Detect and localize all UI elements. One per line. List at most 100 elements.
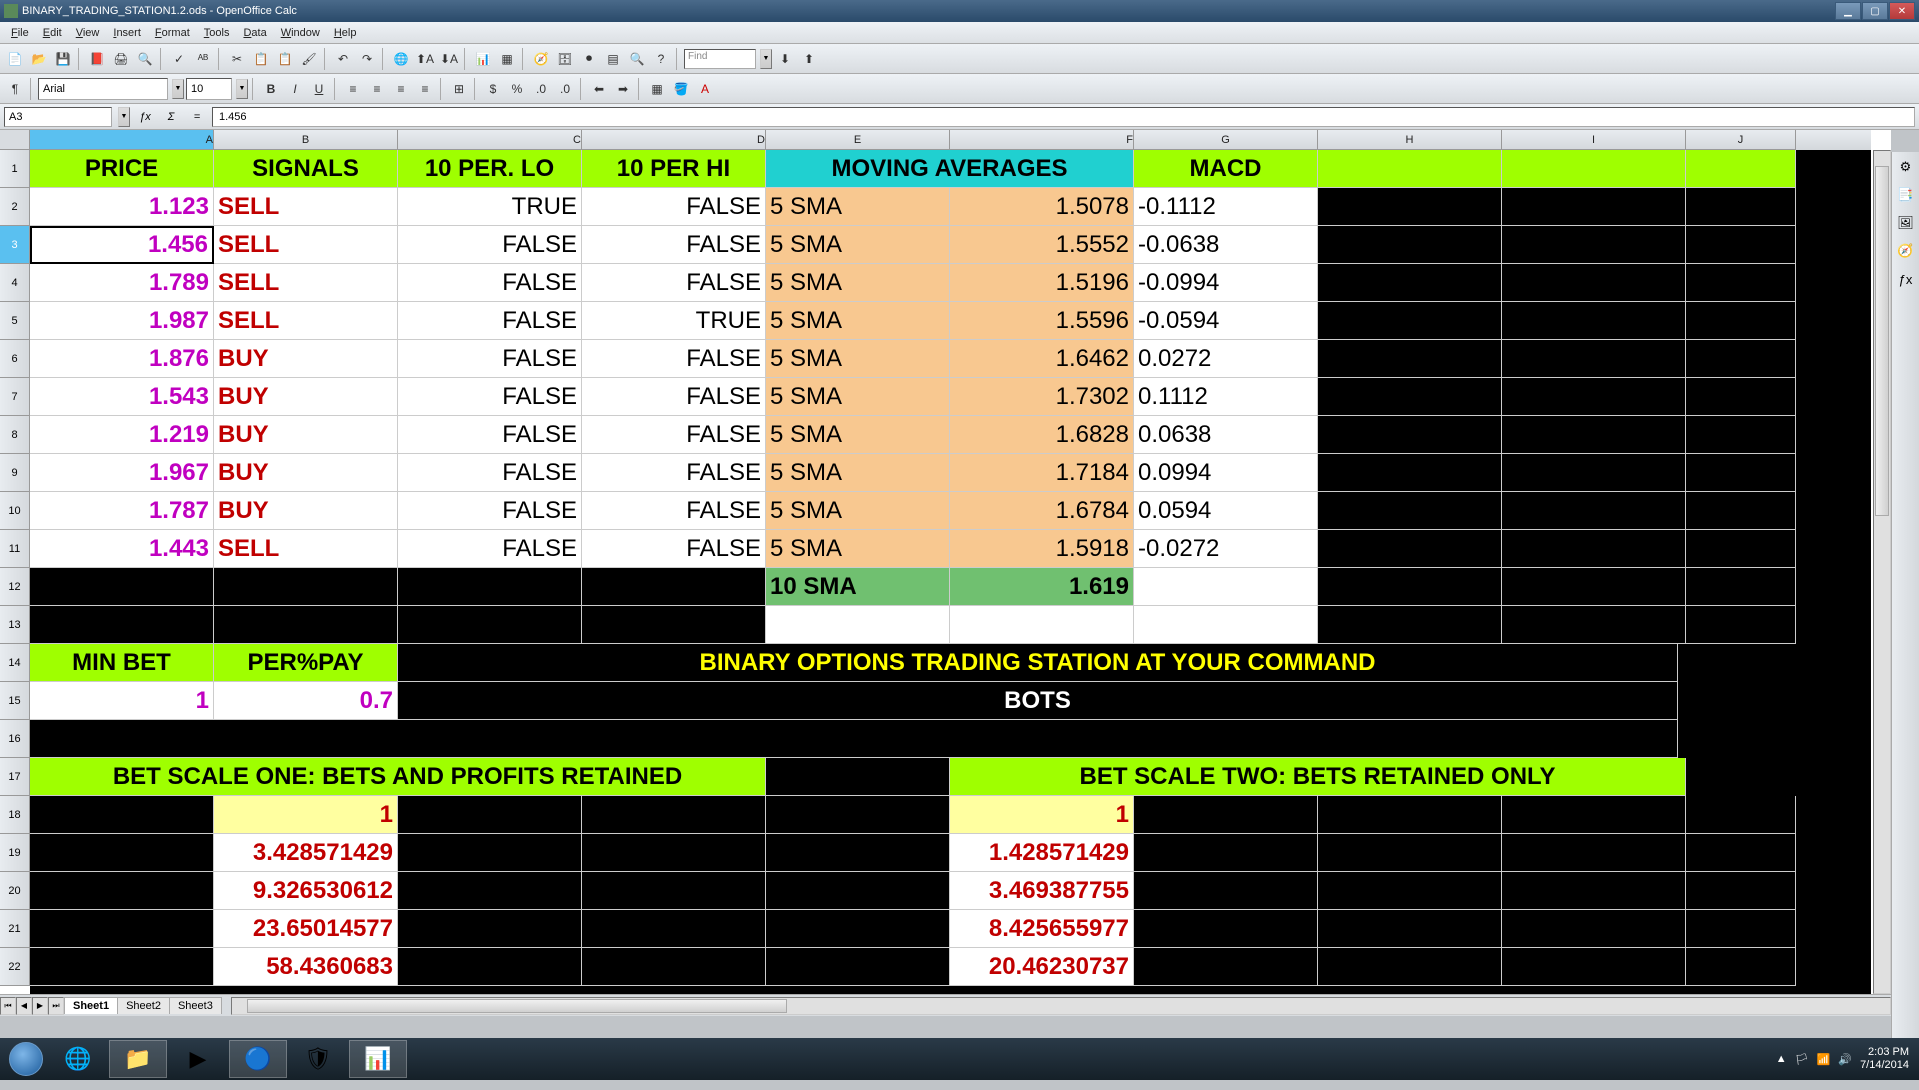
cell[interactable]: 1.5596 <box>950 302 1134 340</box>
col-header-e[interactable]: E <box>766 130 950 150</box>
sort-asc-icon[interactable]: ⬆A <box>414 48 436 70</box>
column-headers[interactable]: A B C D E F G H I J <box>0 130 1871 150</box>
spellcheck-icon[interactable]: ✓ <box>168 48 190 70</box>
cell[interactable] <box>1502 568 1686 606</box>
row-header[interactable]: 2 <box>0 188 30 226</box>
cell[interactable]: MACD <box>1134 150 1318 188</box>
cut-icon[interactable]: ✂ <box>226 48 248 70</box>
bold-icon[interactable]: B <box>260 78 282 100</box>
cell[interactable] <box>1686 378 1796 416</box>
cell[interactable] <box>30 948 214 986</box>
merge-cells-icon[interactable]: ⊞ <box>448 78 470 100</box>
cell[interactable]: 1 <box>950 796 1134 834</box>
cell[interactable] <box>1502 416 1686 454</box>
cell[interactable] <box>1502 264 1686 302</box>
sum-icon[interactable]: Σ <box>160 107 182 127</box>
cell[interactable] <box>1686 150 1796 188</box>
row-header[interactable]: 16 <box>0 720 30 758</box>
function-wizard-icon[interactable]: ƒx <box>134 107 156 127</box>
taskbar-explorer-icon[interactable]: 📁 <box>109 1040 167 1078</box>
cell[interactable] <box>1318 226 1502 264</box>
cell[interactable]: 5 SMA <box>766 302 950 340</box>
copy-icon[interactable]: 📋 <box>250 48 272 70</box>
cell[interactable]: 1.443 <box>30 530 214 568</box>
cell[interactable] <box>1686 188 1796 226</box>
cell[interactable]: 20.46230737 <box>950 948 1134 986</box>
cell[interactable] <box>766 910 950 948</box>
namebox-dropdown-icon[interactable]: ▼ <box>118 107 130 127</box>
cell[interactable] <box>1502 340 1686 378</box>
cell[interactable] <box>1318 796 1502 834</box>
sheet-tab-1[interactable]: Sheet1 <box>64 997 118 1014</box>
cell[interactable]: 8.425655977 <box>950 910 1134 948</box>
cell[interactable] <box>1318 264 1502 302</box>
cell[interactable]: FALSE <box>398 492 582 530</box>
cell[interactable]: SELL <box>214 264 398 302</box>
cell[interactable] <box>1134 796 1318 834</box>
taskbar-calc-icon[interactable]: 📊 <box>349 1040 407 1078</box>
cell[interactable] <box>1502 910 1686 948</box>
cell[interactable]: 5 SMA <box>766 492 950 530</box>
tab-first-icon[interactable]: ⏮ <box>0 997 16 1015</box>
system-tray[interactable]: ▲ 🏳 📶 🔊 2:03 PM 7/14/2014 <box>1776 1046 1915 1072</box>
cell[interactable] <box>1318 834 1502 872</box>
scrollbar-thumb[interactable] <box>1875 166 1889 516</box>
cell[interactable]: -0.0638 <box>1134 226 1318 264</box>
formula-input[interactable] <box>212 107 1915 127</box>
row-header[interactable]: 19 <box>0 834 30 872</box>
vertical-scrollbar[interactable] <box>1873 150 1891 994</box>
cell[interactable]: 1.428571429 <box>950 834 1134 872</box>
gallery-icon[interactable]: ▦ <box>496 48 518 70</box>
col-header-g[interactable]: G <box>1134 130 1318 150</box>
row-header[interactable]: 14 <box>0 644 30 682</box>
underline-icon[interactable]: U <box>308 78 330 100</box>
cell[interactable]: FALSE <box>398 378 582 416</box>
chart-icon[interactable]: 📊 <box>472 48 494 70</box>
cell[interactable]: 1.967 <box>30 454 214 492</box>
cell[interactable] <box>766 758 950 796</box>
cell[interactable]: 9.326530612 <box>214 872 398 910</box>
cell[interactable] <box>1318 188 1502 226</box>
size-dropdown-icon[interactable]: ▼ <box>236 79 248 99</box>
cell[interactable]: 1.7302 <box>950 378 1134 416</box>
taskbar-media-icon[interactable]: ▶ <box>169 1040 227 1078</box>
cell[interactable]: FALSE <box>398 226 582 264</box>
row-header[interactable]: 3 <box>0 226 30 264</box>
cell[interactable]: FALSE <box>398 302 582 340</box>
save-icon[interactable]: 💾 <box>52 48 74 70</box>
italic-icon[interactable]: I <box>284 78 306 100</box>
undo-icon[interactable]: ↶ <box>332 48 354 70</box>
cell[interactable]: FALSE <box>582 340 766 378</box>
row-header[interactable]: 20 <box>0 872 30 910</box>
sheet-tab-2[interactable]: Sheet2 <box>117 997 170 1014</box>
cell[interactable]: BET SCALE TWO: BETS RETAINED ONLY <box>950 758 1686 796</box>
export-pdf-icon[interactable]: 📕 <box>86 48 108 70</box>
navigator-panel-icon[interactable]: 🧭 <box>1895 240 1917 262</box>
col-header-a[interactable]: A <box>30 130 214 150</box>
cell[interactable]: -0.0594 <box>1134 302 1318 340</box>
cell[interactable]: 5 SMA <box>766 378 950 416</box>
cell[interactable] <box>1318 492 1502 530</box>
tray-volume-icon[interactable]: 🔊 <box>1838 1053 1852 1066</box>
cell[interactable]: BUY <box>214 492 398 530</box>
cell[interactable] <box>1686 492 1796 530</box>
cell[interactable] <box>582 872 766 910</box>
cell[interactable] <box>1686 530 1796 568</box>
find-next-icon[interactable]: ⬇ <box>774 48 796 70</box>
cell[interactable]: 1.543 <box>30 378 214 416</box>
cell[interactable] <box>1134 872 1318 910</box>
taskbar-shield-icon[interactable]: 🛡 <box>289 1040 347 1078</box>
cell[interactable] <box>1134 910 1318 948</box>
cell[interactable] <box>1318 340 1502 378</box>
cell[interactable] <box>1686 796 1796 834</box>
add-decimal-icon[interactable]: .0 <box>530 78 552 100</box>
cell[interactable] <box>1686 454 1796 492</box>
new-icon[interactable]: 📄 <box>4 48 26 70</box>
open-icon[interactable]: 📂 <box>28 48 50 70</box>
cell[interactable] <box>1686 340 1796 378</box>
cell[interactable] <box>1502 530 1686 568</box>
font-size-select[interactable]: 10 <box>186 78 232 100</box>
cell[interactable] <box>398 568 582 606</box>
tab-next-icon[interactable]: ▶ <box>32 997 48 1015</box>
cell[interactable]: 1.787 <box>30 492 214 530</box>
